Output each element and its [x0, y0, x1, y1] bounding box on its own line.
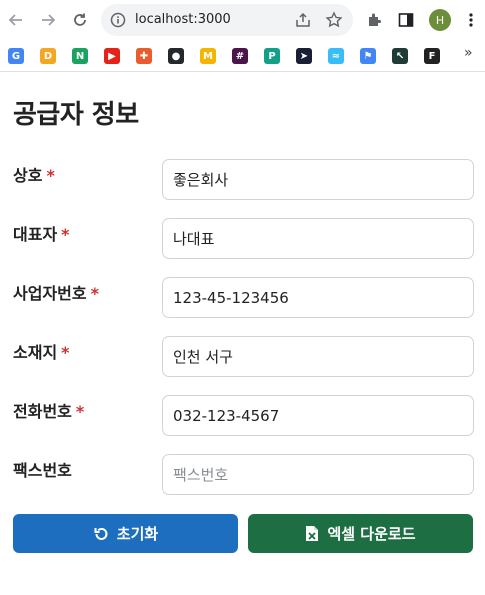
d-icon[interactable]: D [40, 48, 56, 64]
extensions-button[interactable] [363, 8, 387, 32]
reload-button[interactable] [68, 8, 92, 32]
f-icon[interactable]: F [424, 48, 440, 64]
slack-icon[interactable]: # [232, 48, 248, 64]
reset-button[interactable]: 초기화 [13, 514, 238, 553]
address-bar[interactable]: localhost:3000 [101, 4, 353, 36]
required-asterisk: * [75, 402, 85, 421]
form-row: 소재지 * [13, 336, 474, 377]
field-input[interactable] [162, 395, 474, 436]
excel-button-label: 엑셀 다운로드 [327, 525, 416, 543]
reload-icon [74, 13, 86, 26]
share-icon[interactable] [294, 11, 312, 33]
browser-menu-button[interactable] [459, 8, 483, 32]
form-row: 대표자 * [13, 218, 474, 259]
field-label: 전화번호 * [13, 398, 84, 422]
field-label: 상호 * [13, 162, 55, 186]
field-label: 팩스번호 [13, 457, 72, 481]
field-input[interactable] [162, 277, 474, 318]
side-panel-button[interactable] [394, 8, 418, 32]
form-row: 전화번호 * [13, 395, 474, 436]
form-row: 팩스번호 [13, 454, 474, 495]
undo-icon [94, 527, 108, 540]
page-title: 공급자 정보 [13, 100, 139, 130]
send-icon[interactable]: ➤ [296, 48, 312, 64]
forward-button[interactable] [36, 8, 60, 32]
more-vertical-icon [469, 13, 473, 27]
arrow-left-icon [8, 14, 22, 26]
field-input[interactable] [162, 159, 474, 200]
field-input[interactable] [162, 336, 474, 377]
tailwind-icon[interactable]: ≈ [328, 48, 344, 64]
back-button[interactable] [4, 8, 28, 32]
bookmarks-more-button[interactable]: » [464, 45, 473, 61]
required-asterisk: * [46, 166, 55, 185]
field-label-text: 소재지 [13, 343, 58, 362]
field-input[interactable] [162, 454, 474, 495]
reset-button-label: 초기화 [116, 525, 159, 543]
field-label-text: 팩스번호 [13, 461, 72, 480]
n-icon[interactable]: N [72, 48, 88, 64]
bookmark-star-icon[interactable] [325, 11, 343, 33]
plus-circle-icon[interactable]: ✚ [136, 48, 152, 64]
required-asterisk: * [61, 225, 70, 244]
field-label: 대표자 * [13, 221, 70, 245]
arrow-right-icon [42, 14, 56, 26]
cursor-icon[interactable]: ↖ [392, 48, 408, 64]
excel-file-icon [306, 526, 319, 541]
flag-icon[interactable]: ⚑ [360, 48, 376, 64]
field-label: 소재지 * [13, 339, 70, 363]
bookmarks-bar: G D N ▶ ✚ ● M # P ➤ ≈ ⚑ ↖ F » [0, 40, 485, 72]
puzzle-icon [369, 13, 381, 26]
required-asterisk: * [61, 343, 70, 362]
github-icon[interactable]: ● [168, 48, 184, 64]
field-label-text: 대표자 [13, 225, 58, 244]
side-panel-icon [398, 13, 414, 27]
url-text[interactable]: localhost:3000 [135, 12, 231, 28]
browser-toolbar: localhost:3000 H [0, 0, 485, 40]
site-info-icon[interactable] [110, 12, 126, 32]
field-label-text: 상호 [13, 166, 43, 185]
form-row: 사업자번호 * [13, 277, 474, 318]
m-icon[interactable]: M [200, 48, 216, 64]
google-icon[interactable]: G [8, 48, 24, 64]
youtube-icon[interactable]: ▶ [104, 48, 120, 64]
profile-avatar[interactable]: H [429, 9, 451, 31]
excel-download-button[interactable]: 엑셀 다운로드 [248, 514, 473, 553]
form-row: 상호 * [13, 159, 474, 200]
p-icon[interactable]: P [264, 48, 280, 64]
field-label-text: 사업자번호 [13, 284, 87, 303]
field-input[interactable] [162, 218, 474, 259]
required-asterisk: * [90, 284, 99, 303]
field-label: 사업자번호 * [13, 280, 99, 304]
field-label-text: 전화번호 [13, 402, 72, 421]
